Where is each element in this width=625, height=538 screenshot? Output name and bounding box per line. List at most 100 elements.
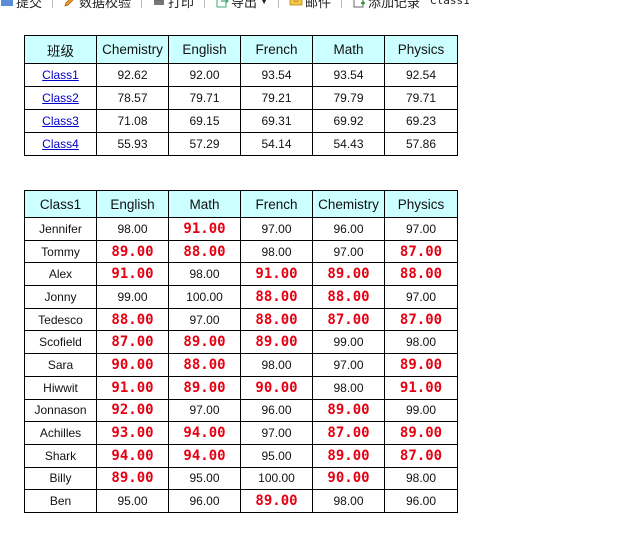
score-cell: 88.00 xyxy=(96,307,169,332)
score-cell: 89.00 xyxy=(384,421,458,445)
column-header: French xyxy=(240,190,313,218)
toolbar-divider xyxy=(52,0,54,8)
score-cell: 91.00 xyxy=(96,375,169,400)
class-name-cell: Class1 xyxy=(24,63,97,87)
score-cell: 100.00 xyxy=(168,285,241,309)
score-cell: 98.00 xyxy=(384,466,458,491)
score-cell: 57.29 xyxy=(168,132,241,156)
submit-label: 提交 xyxy=(16,0,43,10)
score-cell: 87.00 xyxy=(384,239,458,264)
column-header: Math xyxy=(312,35,385,64)
validate-button[interactable]: 数据校验 xyxy=(63,0,131,10)
table-row: Tommy 89.00 88.00 98.00 97.00 87.00 xyxy=(24,239,458,264)
score-cell: 57.86 xyxy=(384,132,458,156)
score-cell: 97.00 xyxy=(168,307,241,332)
pencil-icon xyxy=(64,0,74,7)
class-name-cell: Class3 xyxy=(24,109,97,133)
score-cell: 87.00 xyxy=(96,330,169,355)
score-cell: 90.00 xyxy=(96,353,169,377)
table-row: Jennifer 98.00 91.00 97.00 96.00 97.00 xyxy=(24,217,458,241)
score-cell: 88.00 xyxy=(168,239,241,264)
student-name-cell: Billy xyxy=(24,466,97,491)
score-cell: 87.00 xyxy=(312,307,385,332)
score-cell: 71.08 xyxy=(96,109,169,133)
class-link[interactable]: Class2 xyxy=(42,91,79,105)
toolbar-divider xyxy=(341,0,342,8)
score-cell: 92.54 xyxy=(384,63,458,87)
chevron-down-icon[interactable]: ▼ xyxy=(260,0,268,6)
score-cell: 94.00 xyxy=(96,443,169,468)
class-summary-table: 班级 Chemistry English French Math Physics… xyxy=(24,35,458,156)
score-cell: 90.00 xyxy=(240,375,313,400)
score-cell: 89.00 xyxy=(384,353,458,377)
export-label: 导出 xyxy=(231,0,258,10)
table-row: Ben 95.00 96.00 89.00 98.00 96.00 xyxy=(24,489,458,513)
score-cell: 88.00 xyxy=(168,353,241,377)
score-cell: 92.00 xyxy=(96,398,169,423)
table-row: Shark 94.00 94.00 95.00 89.00 87.00 xyxy=(24,443,458,468)
table-row: Sara 90.00 88.00 98.00 97.00 89.00 xyxy=(24,353,458,377)
add-record-icon xyxy=(353,0,365,8)
column-header: Chemistry xyxy=(96,35,169,64)
table-row: Achilles 93.00 94.00 97.00 87.00 89.00 xyxy=(24,421,458,445)
score-cell: 97.00 xyxy=(384,217,458,241)
table-header-row: 班级 Chemistry English French Math Physics xyxy=(24,35,458,64)
column-header: French xyxy=(240,35,313,64)
score-cell: 92.00 xyxy=(168,63,241,87)
mail-button[interactable]: 邮件 xyxy=(289,0,331,10)
score-cell: 79.79 xyxy=(312,86,385,110)
score-cell: 91.00 xyxy=(168,217,241,241)
score-cell: 69.23 xyxy=(384,109,458,133)
score-cell: 91.00 xyxy=(384,375,458,400)
class-detail-table: Class1 English Math French Chemistry Phy… xyxy=(24,190,458,513)
score-cell: 95.00 xyxy=(240,443,313,468)
class-name-cell: Class4 xyxy=(24,132,97,156)
add-record-button[interactable]: 添加记录 xyxy=(352,0,420,10)
score-cell: 89.00 xyxy=(312,262,385,287)
class-link[interactable]: Class1 xyxy=(42,68,79,82)
score-cell: 92.62 xyxy=(96,63,169,87)
submit-button[interactable]: 提交 xyxy=(0,0,42,10)
score-cell: 97.00 xyxy=(240,217,313,241)
class-link[interactable]: Class3 xyxy=(42,114,79,128)
student-name-cell: Achilles xyxy=(24,421,97,445)
table-row: Tedesco 88.00 97.00 88.00 87.00 87.00 xyxy=(24,307,458,332)
table-row: Class1 92.62 92.00 93.54 93.54 92.54 xyxy=(24,63,458,87)
score-cell: 99.00 xyxy=(96,285,169,309)
table-row: Alex 91.00 98.00 91.00 89.00 88.00 xyxy=(24,262,458,287)
score-cell: 89.00 xyxy=(168,375,241,400)
table-row: Hiwwit 91.00 89.00 90.00 98.00 91.00 xyxy=(24,375,458,400)
student-name-cell: Ben xyxy=(24,489,97,513)
score-cell: 99.00 xyxy=(312,330,385,355)
table-row: Billy 89.00 95.00 100.00 90.00 98.00 xyxy=(24,466,458,491)
toolbar-divider xyxy=(141,0,143,8)
score-cell: 69.31 xyxy=(240,109,313,133)
student-name-cell: Jonnason xyxy=(24,398,97,423)
student-name-cell: Jennifer xyxy=(24,217,97,241)
score-cell: 78.57 xyxy=(96,86,169,110)
score-cell: 98.00 xyxy=(168,262,241,287)
score-cell: 94.00 xyxy=(168,443,241,468)
score-cell: 97.00 xyxy=(312,239,385,264)
column-header: 班级 xyxy=(24,35,97,64)
validate-label: 数据校验 xyxy=(79,0,132,10)
table-row: Class2 78.57 79.71 79.21 79.79 79.71 xyxy=(24,86,458,110)
column-header: Physics xyxy=(384,190,458,218)
table-header-row: Class1 English Math French Chemistry Phy… xyxy=(24,190,458,218)
class-link[interactable]: Class4 xyxy=(42,137,79,151)
student-name-cell: Hiwwit xyxy=(24,375,97,400)
column-header: English xyxy=(168,35,241,64)
table-row: Jonnason 92.00 97.00 96.00 89.00 99.00 xyxy=(24,398,458,423)
score-cell: 91.00 xyxy=(96,262,169,287)
score-cell: 87.00 xyxy=(384,443,458,468)
table-row: Jonny 99.00 100.00 88.00 88.00 97.00 xyxy=(24,285,458,309)
score-cell: 93.54 xyxy=(240,63,313,87)
export-button[interactable]: 导出 ▼ xyxy=(215,0,268,10)
score-cell: 95.00 xyxy=(168,466,241,491)
print-button[interactable]: 打印 xyxy=(152,0,194,10)
column-header: Class1 xyxy=(24,190,97,218)
score-cell: 88.00 xyxy=(384,262,458,287)
toolbar: 提交 数据校验 打印 导出 ▼ 邮件 添加记录 Class1 xyxy=(0,0,625,10)
class-name-cell: Class2 xyxy=(24,86,97,110)
student-name-cell: Scofield xyxy=(24,330,97,355)
